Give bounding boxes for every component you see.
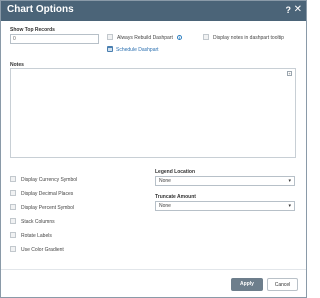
info-icon[interactable]: i	[177, 35, 182, 40]
checkbox-label: Display Currency Symbol	[21, 177, 78, 183]
display-notes-tooltip-checkbox[interactable]	[203, 34, 209, 40]
checkbox-label: Display Decimal Places	[21, 191, 74, 197]
notes-textarea[interactable]: +	[10, 68, 296, 158]
dialog-titlebar: Chart Options ? ✕	[1, 1, 306, 21]
stack-columns-checkbox[interactable]	[10, 218, 16, 224]
rotate-labels-checkbox[interactable]	[10, 232, 16, 238]
checkbox-label: Use Color Gradient	[21, 247, 64, 253]
dialog-title: Chart Options	[7, 4, 74, 15]
display-percent-symbol-checkbox[interactable]	[10, 204, 16, 210]
legend-location-select[interactable]: None ▾	[155, 176, 295, 186]
truncate-amount-select[interactable]: None ▾	[155, 201, 295, 211]
calendar-icon	[107, 46, 113, 52]
help-icon[interactable]: ?	[286, 5, 292, 15]
chevron-down-icon: ▾	[288, 178, 291, 184]
close-icon[interactable]: ✕	[294, 4, 302, 15]
dialog-footer: Apply Cancel	[1, 269, 306, 298]
display-currency-symbol-checkbox[interactable]	[10, 176, 16, 182]
cancel-button[interactable]: Cancel	[267, 278, 298, 291]
always-rebuild-label: Always Rebuild Dashpart	[117, 35, 173, 41]
truncate-amount-value: None	[159, 203, 171, 209]
checkbox-label: Rotate Labels	[21, 233, 52, 239]
schedule-dashpart-link[interactable]: Schedule Dashpart	[116, 47, 159, 53]
display-notes-tooltip-label: Display notes in dashpart tooltip	[213, 35, 284, 41]
apply-button[interactable]: Apply	[231, 278, 263, 291]
use-color-gradient-checkbox[interactable]	[10, 246, 16, 252]
show-top-records-input[interactable]	[10, 34, 99, 44]
display-decimal-places-checkbox[interactable]	[10, 190, 16, 196]
show-top-records-label: Show Top Records	[10, 27, 55, 33]
always-rebuild-checkbox[interactable]	[107, 34, 113, 40]
legend-location-value: None	[159, 178, 171, 184]
expand-icon[interactable]: +	[287, 71, 292, 76]
checkbox-label: Stack Columns	[21, 219, 55, 225]
chart-options-dialog: Chart Options ? ✕ Show Top Records Alway…	[0, 0, 307, 298]
truncate-amount-label: Truncate Amount	[155, 194, 196, 200]
legend-location-label: Legend Location	[155, 169, 195, 175]
chevron-down-icon: ▾	[288, 203, 291, 209]
checkbox-label: Display Percent Symbol	[21, 205, 75, 211]
